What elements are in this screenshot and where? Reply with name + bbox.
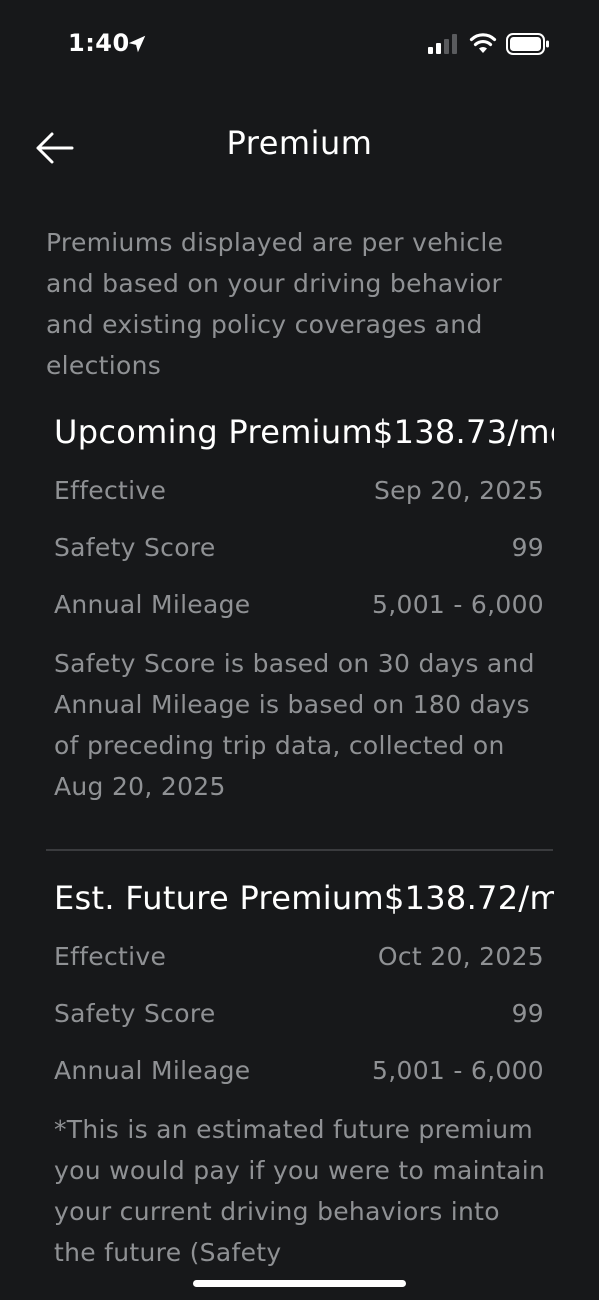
future-premium-title: Est. Future Premium$138.72/mo: [54, 879, 554, 917]
effective-value: Oct 20, 2025: [377, 942, 544, 971]
upcoming-premium-section: Upcoming Premium$138.73/mo Effective Sep…: [54, 412, 554, 807]
effective-value: Sep 20, 2025: [374, 476, 544, 505]
intro-text: Premiums displayed are per vehicle and b…: [46, 228, 504, 380]
location-arrow-icon: [128, 35, 146, 53]
annual-mileage-value: 5,001 - 6,000: [372, 590, 544, 619]
safety-score-label: Safety Score: [54, 533, 216, 562]
safety-score-value: 99: [511, 999, 544, 1028]
home-indicator[interactable]: [193, 1280, 406, 1287]
annual-mileage-value: 5,001 - 6,000: [372, 1056, 544, 1085]
safety-score-value: 99: [511, 533, 544, 562]
wifi-icon: [469, 33, 497, 53]
annual-mileage-row: Annual Mileage 5,001 - 6,000: [54, 576, 544, 633]
annual-mileage-row: Annual Mileage 5,001 - 6,000: [54, 1042, 544, 1099]
section-divider: [46, 849, 553, 851]
effective-row: Effective Oct 20, 2025: [54, 928, 544, 985]
effective-label: Effective: [54, 942, 167, 971]
battery-icon: [506, 33, 549, 55]
future-premium-section: Est. Future Premium$138.72/mo Effective …: [54, 878, 554, 1273]
header: Premium: [0, 110, 599, 186]
upcoming-note: Safety Score is based on 30 days and Ann…: [54, 649, 535, 801]
annual-mileage-label: Annual Mileage: [54, 590, 251, 619]
status-time: 1:40: [68, 29, 130, 57]
status-bar: 1:40: [0, 0, 599, 90]
upcoming-premium-title: Upcoming Premium$138.73/mo: [54, 413, 554, 451]
safety-score-label: Safety Score: [54, 999, 216, 1028]
page-title: Premium: [226, 124, 373, 162]
future-note: *This is an estimated future premium you…: [54, 1115, 546, 1267]
safety-score-row: Safety Score 99: [54, 519, 544, 576]
annual-mileage-label: Annual Mileage: [54, 1056, 251, 1085]
effective-row: Effective Sep 20, 2025: [54, 462, 544, 519]
safety-score-row: Safety Score 99: [54, 985, 544, 1042]
cellular-signal-icon: [428, 34, 457, 54]
effective-label: Effective: [54, 476, 167, 505]
